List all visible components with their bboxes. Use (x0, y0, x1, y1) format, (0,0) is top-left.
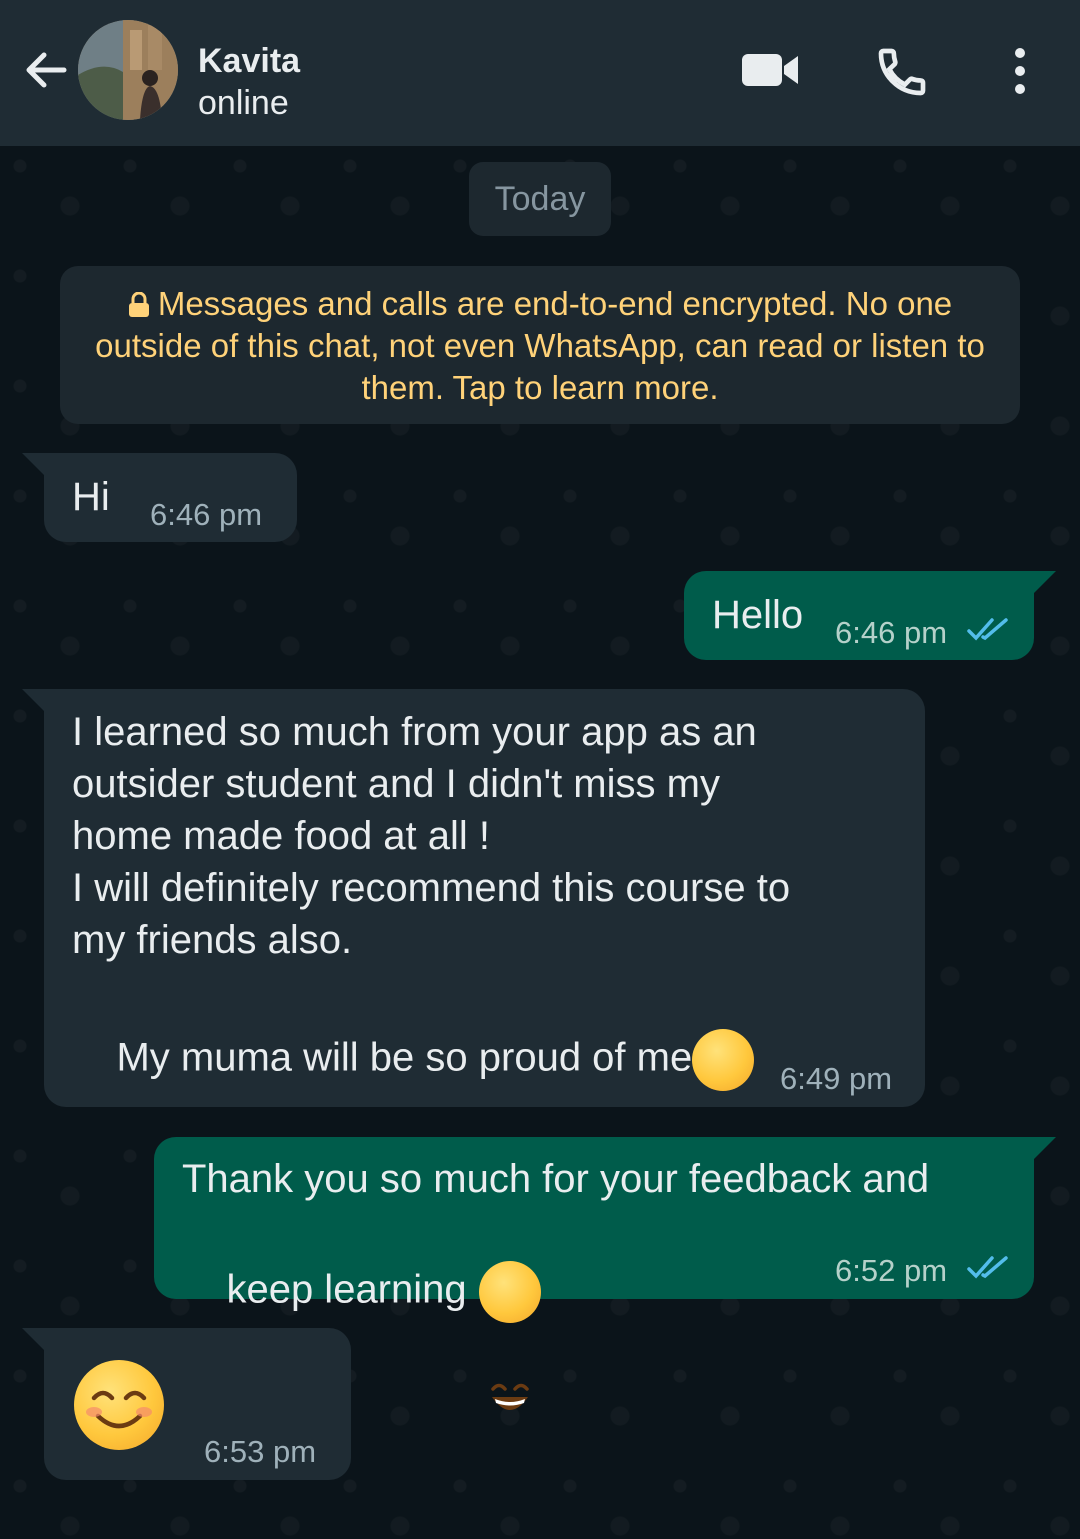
bubble-tail (22, 453, 46, 477)
message-text-line: home made food at all ! (72, 814, 491, 858)
more-vertical-icon (1015, 48, 1025, 94)
message-text-line: Thank you so much for your feedback and (182, 1157, 930, 1201)
message-text: Hi (72, 475, 110, 519)
message-text-line: outsider student and I didn't miss my (72, 762, 720, 806)
date-divider: Today (469, 162, 611, 236)
message-text-line: I will definitely recommend this course … (72, 866, 791, 910)
message-outgoing[interactable]: Thank you so much for your feedback and … (154, 1137, 1056, 1410)
message-incoming[interactable]: Hi 6:46 pm (22, 453, 297, 542)
contact-status: online (198, 84, 289, 122)
back-button[interactable] (20, 44, 72, 96)
phone-icon (878, 48, 926, 96)
message-incoming[interactable]: 6:53 pm (22, 1328, 351, 1480)
message-outgoing[interactable]: Hello 6:46 pm (684, 571, 1056, 660)
message-time: 6:46 pm (150, 497, 263, 532)
more-options-button[interactable] (1000, 44, 1040, 105)
bubble-tail (1032, 1137, 1056, 1161)
message-text: Hello (712, 593, 804, 637)
bubble-tail (22, 689, 46, 713)
message-time: 6:46 pm (835, 615, 948, 650)
video-call-button[interactable] (740, 50, 800, 95)
message-text-line: my friends also. (72, 918, 353, 962)
message-incoming[interactable]: I learned so much from your app as an ou… (22, 689, 925, 1179)
arrow-left-icon (26, 52, 67, 88)
contact-avatar[interactable] (78, 20, 178, 120)
voice-call-button[interactable] (874, 44, 930, 105)
message-text-line: I learned so much from your app as an (72, 710, 757, 754)
message-time: 6:52 pm (835, 1253, 948, 1288)
contact-name[interactable]: Kavita (198, 42, 300, 81)
grinning-face-with-smiling-eyes-icon (478, 1261, 541, 1410)
encryption-notice-text: Messages and calls are end-to-end encryp… (95, 285, 985, 406)
avatar-photo (78, 20, 178, 120)
message-text: My muma will be so proud of me (116, 1035, 693, 1080)
bubble-tail (1032, 571, 1056, 595)
bubble-tail (22, 1328, 46, 1352)
lock-icon (128, 292, 149, 317)
read-receipt-icon (967, 1256, 1008, 1279)
message-text-line: My muma will be so proud of me (72, 977, 755, 1179)
video-camera-icon (742, 54, 798, 86)
encryption-notice[interactable]: Messages and calls are end-to-end encryp… (60, 266, 1020, 424)
read-receipt-icon (967, 618, 1008, 641)
message-text: keep learning (226, 1267, 467, 1312)
smiling-face-with-smiling-eyes-icon (74, 1360, 164, 1450)
chat-header: Kavita online (0, 0, 1080, 146)
face-with-tears-of-joy-icon (692, 1029, 755, 1179)
message-time: 6:53 pm (204, 1434, 317, 1469)
message-time: 6:49 pm (780, 1061, 893, 1096)
